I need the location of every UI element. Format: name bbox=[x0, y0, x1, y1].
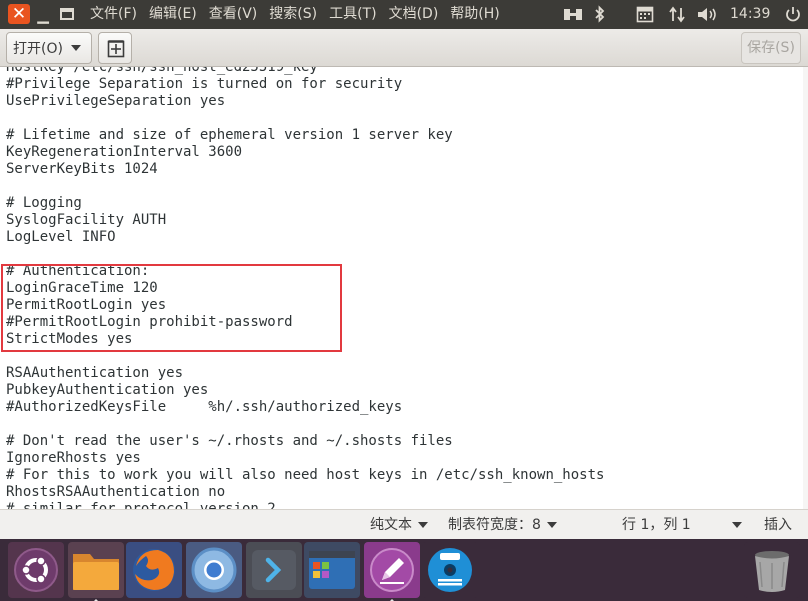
open-button-label: 打开(O) bbox=[13, 41, 63, 57]
window-minimize-button[interactable]: ▁ bbox=[34, 6, 52, 24]
code-line: IgnoreRhosts yes bbox=[6, 450, 141, 466]
code-line: KeyRegenerationInterval 3600 bbox=[6, 144, 243, 160]
ubuntu-icon[interactable] bbox=[8, 542, 64, 598]
code-line: RhostsRSAAuthentication no bbox=[6, 484, 226, 500]
chevron-down-icon bbox=[546, 522, 557, 528]
volume-icon[interactable] bbox=[696, 0, 720, 29]
highlight-box bbox=[1, 264, 342, 352]
code-line: # For this to work you will also need ho… bbox=[6, 467, 605, 483]
bluetooth-icon[interactable] bbox=[592, 0, 608, 29]
firefox-icon[interactable] bbox=[126, 542, 182, 598]
code-line: #AuthorizedKeysFile %h/.ssh/authorized_k… bbox=[6, 399, 403, 415]
menu-file[interactable]: 文件(F) bbox=[90, 0, 137, 29]
code-line: # Lifetime and size of ephemeral version… bbox=[6, 127, 453, 143]
calendar-icon[interactable] bbox=[636, 0, 654, 29]
tab-width-label: 制表符宽度：8 bbox=[448, 517, 541, 533]
language-selector[interactable]: 纯文本 bbox=[370, 510, 428, 540]
code-line: # similar for protocol version 2 bbox=[6, 501, 276, 509]
code-line: # Don't read the user's ~/.rhosts and ~/… bbox=[6, 433, 453, 449]
network-icon[interactable] bbox=[668, 0, 686, 29]
menu-edit[interactable]: 编辑(E) bbox=[149, 0, 197, 29]
new-document-button[interactable] bbox=[98, 32, 132, 64]
open-button[interactable]: 打开(O) bbox=[6, 32, 92, 64]
menu-search[interactable]: 搜索(S) bbox=[269, 0, 317, 29]
indicator-area: 14:39 bbox=[562, 0, 808, 29]
status-bar: 纯文本 制表符宽度：8 行 1，列 1 插入 bbox=[0, 509, 808, 539]
menu-view[interactable]: 查看(V) bbox=[209, 0, 258, 29]
chevron-down-icon[interactable] bbox=[732, 522, 742, 528]
menu-tools[interactable]: 工具(T) bbox=[329, 0, 376, 29]
clock[interactable]: 14:39 bbox=[730, 0, 770, 29]
code-line: HostKey /etc/ssh/ssh_host_ed25519_key bbox=[6, 67, 318, 75]
cursor-position[interactable]: 行 1，列 1 bbox=[622, 510, 691, 540]
menu-help[interactable]: 帮助(H) bbox=[450, 0, 499, 29]
header-bar: 打开(O) 保存(S) bbox=[0, 29, 808, 67]
code-line: PubkeyAuthentication yes bbox=[6, 382, 209, 398]
code-line: SyslogFacility AUTH bbox=[6, 212, 167, 228]
text-editor-area[interactable]: HostKey /etc/ssh/ssh_host_ed25519_key #Pr… bbox=[0, 67, 803, 509]
save-button[interactable]: 保存(S) bbox=[741, 32, 801, 64]
menu-bar: 文件(F) 编辑(E) 查看(V) 搜索(S) 工具(T) 文档(D) 帮助(H… bbox=[90, 0, 512, 29]
code-line: LogLevel INFO bbox=[6, 229, 116, 245]
chevron-down-icon bbox=[418, 522, 428, 528]
code-line: ServerKeyBits 1024 bbox=[6, 161, 158, 177]
window-maximize-button[interactable] bbox=[60, 8, 74, 20]
files-icon[interactable] bbox=[68, 542, 124, 601]
dvd-icon[interactable] bbox=[422, 542, 478, 598]
language-label: 纯文本 bbox=[370, 517, 412, 533]
power-icon[interactable] bbox=[784, 0, 802, 29]
code-line: RSAAuthentication yes bbox=[6, 365, 184, 381]
new-document-icon bbox=[107, 40, 125, 58]
terminal-icon[interactable] bbox=[246, 542, 302, 598]
cursor-position-label: 行 1，列 1 bbox=[622, 517, 691, 533]
window-close-button[interactable]: ✕ bbox=[8, 4, 30, 24]
insert-mode-label: 插入 bbox=[764, 517, 792, 533]
text-editor-icon[interactable] bbox=[364, 542, 420, 601]
code-line: #Privilege Separation is turned on for s… bbox=[6, 76, 403, 92]
trash-icon[interactable] bbox=[744, 542, 800, 598]
scrollbar[interactable] bbox=[803, 67, 808, 509]
insert-mode: 插入 bbox=[764, 510, 792, 540]
chevron-down-icon bbox=[70, 45, 81, 51]
apps-icon[interactable] bbox=[304, 542, 360, 598]
menu-documents[interactable]: 文档(D) bbox=[389, 0, 439, 29]
tab-width-selector[interactable]: 制表符宽度：8 bbox=[448, 510, 557, 540]
launcher-dock bbox=[0, 539, 808, 601]
code-line: # Logging bbox=[6, 195, 82, 211]
code-line: UsePrivilegeSeparation yes bbox=[6, 93, 226, 109]
keyboard-icon[interactable] bbox=[562, 0, 584, 29]
top-panel: ✕ ▁ 文件(F) 编辑(E) 查看(V) 搜索(S) 工具(T) 文档(D) … bbox=[0, 0, 808, 29]
chromium-icon[interactable] bbox=[186, 542, 242, 598]
